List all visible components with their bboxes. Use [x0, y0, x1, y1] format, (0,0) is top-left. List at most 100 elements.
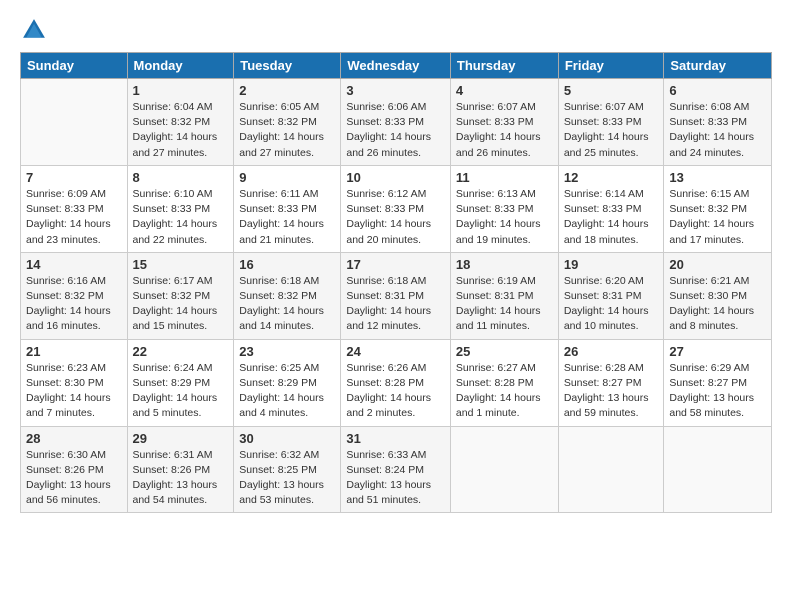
- calendar-cell: 11 Sunrise: 6:13 AM Sunset: 8:33 PM Dayli…: [450, 165, 558, 252]
- calendar-week-1: 1 Sunrise: 6:04 AM Sunset: 8:32 PM Daylig…: [21, 79, 772, 166]
- day-number: 3: [346, 83, 445, 98]
- weekday-header-tuesday: Tuesday: [234, 53, 341, 79]
- calendar-cell: [21, 79, 128, 166]
- day-number: 19: [564, 257, 659, 272]
- day-number: 20: [669, 257, 766, 272]
- day-number: 27: [669, 344, 766, 359]
- day-info: Sunrise: 6:25 AM Sunset: 8:29 PM Dayligh…: [239, 361, 335, 422]
- calendar-week-5: 28Sunrise: 6:30 AM Sunset: 8:26 PM Dayli…: [21, 426, 772, 513]
- day-info: Sunrise: 6:04 AM Sunset: 8:32 PM Dayligh…: [133, 100, 229, 161]
- day-info: Sunrise: 6:09 AM Sunset: 8:33 PM Dayligh…: [26, 187, 122, 248]
- day-info: Sunrise: 6:28 AM Sunset: 8:27 PM Dayligh…: [564, 361, 659, 422]
- logo-icon: [20, 16, 48, 44]
- day-number: 15: [133, 257, 229, 272]
- day-info: Sunrise: 6:33 AM Sunset: 8:24 PM Dayligh…: [346, 448, 445, 509]
- day-number: 28: [26, 431, 122, 446]
- weekday-header-row: SundayMondayTuesdayWednesdayThursdayFrid…: [21, 53, 772, 79]
- calendar-cell: 7 Sunrise: 6:09 AM Sunset: 8:33 PM Daylig…: [21, 165, 128, 252]
- calendar-cell: 28Sunrise: 6:30 AM Sunset: 8:26 PM Dayli…: [21, 426, 128, 513]
- day-info: Sunrise: 6:11 AM Sunset: 8:33 PM Dayligh…: [239, 187, 335, 248]
- day-info: Sunrise: 6:15 AM Sunset: 8:32 PM Dayligh…: [669, 187, 766, 248]
- calendar-cell: 3 Sunrise: 6:06 AM Sunset: 8:33 PM Daylig…: [341, 79, 451, 166]
- day-number: 30: [239, 431, 335, 446]
- calendar-cell: 25Sunrise: 6:27 AM Sunset: 8:28 PM Dayli…: [450, 339, 558, 426]
- day-info: Sunrise: 6:26 AM Sunset: 8:28 PM Dayligh…: [346, 361, 445, 422]
- calendar-cell: [664, 426, 772, 513]
- calendar-cell: 1 Sunrise: 6:04 AM Sunset: 8:32 PM Daylig…: [127, 79, 234, 166]
- day-number: 12: [564, 170, 659, 185]
- day-number: 14: [26, 257, 122, 272]
- weekday-header-wednesday: Wednesday: [341, 53, 451, 79]
- calendar-cell: [558, 426, 664, 513]
- calendar-cell: 17Sunrise: 6:18 AM Sunset: 8:31 PM Dayli…: [341, 252, 451, 339]
- day-number: 1: [133, 83, 229, 98]
- day-info: Sunrise: 6:07 AM Sunset: 8:33 PM Dayligh…: [564, 100, 659, 161]
- day-info: Sunrise: 6:23 AM Sunset: 8:30 PM Dayligh…: [26, 361, 122, 422]
- calendar-cell: [450, 426, 558, 513]
- day-info: Sunrise: 6:14 AM Sunset: 8:33 PM Dayligh…: [564, 187, 659, 248]
- day-info: Sunrise: 6:06 AM Sunset: 8:33 PM Dayligh…: [346, 100, 445, 161]
- day-info: Sunrise: 6:05 AM Sunset: 8:32 PM Dayligh…: [239, 100, 335, 161]
- day-info: Sunrise: 6:17 AM Sunset: 8:32 PM Dayligh…: [133, 274, 229, 335]
- day-info: Sunrise: 6:12 AM Sunset: 8:33 PM Dayligh…: [346, 187, 445, 248]
- calendar-cell: 6 Sunrise: 6:08 AM Sunset: 8:33 PM Daylig…: [664, 79, 772, 166]
- day-number: 4: [456, 83, 553, 98]
- calendar-cell: 30 Sunrise: 6:32 AM Sunset: 8:25 PM Dayli…: [234, 426, 341, 513]
- calendar-cell: 23 Sunrise: 6:25 AM Sunset: 8:29 PM Dayli…: [234, 339, 341, 426]
- day-number: 6: [669, 83, 766, 98]
- day-info: Sunrise: 6:08 AM Sunset: 8:33 PM Dayligh…: [669, 100, 766, 161]
- calendar-cell: 9 Sunrise: 6:11 AM Sunset: 8:33 PM Daylig…: [234, 165, 341, 252]
- weekday-header-saturday: Saturday: [664, 53, 772, 79]
- day-number: 2: [239, 83, 335, 98]
- day-number: 11: [456, 170, 553, 185]
- day-info: Sunrise: 6:16 AM Sunset: 8:32 PM Dayligh…: [26, 274, 122, 335]
- day-info: Sunrise: 6:18 AM Sunset: 8:32 PM Dayligh…: [239, 274, 335, 335]
- day-number: 16: [239, 257, 335, 272]
- day-info: Sunrise: 6:19 AM Sunset: 8:31 PM Dayligh…: [456, 274, 553, 335]
- calendar-cell: 15 Sunrise: 6:17 AM Sunset: 8:32 PM Dayli…: [127, 252, 234, 339]
- calendar-cell: 5 Sunrise: 6:07 AM Sunset: 8:33 PM Daylig…: [558, 79, 664, 166]
- day-number: 29: [133, 431, 229, 446]
- calendar-cell: 2 Sunrise: 6:05 AM Sunset: 8:32 PM Daylig…: [234, 79, 341, 166]
- day-number: 17: [346, 257, 445, 272]
- calendar-cell: 26Sunrise: 6:28 AM Sunset: 8:27 PM Dayli…: [558, 339, 664, 426]
- calendar-table: SundayMondayTuesdayWednesdayThursdayFrid…: [20, 52, 772, 513]
- day-number: 9: [239, 170, 335, 185]
- calendar-week-4: 21 Sunrise: 6:23 AM Sunset: 8:30 PM Dayli…: [21, 339, 772, 426]
- calendar-cell: 31 Sunrise: 6:33 AM Sunset: 8:24 PM Dayli…: [341, 426, 451, 513]
- day-number: 10: [346, 170, 445, 185]
- day-number: 7: [26, 170, 122, 185]
- day-number: 5: [564, 83, 659, 98]
- day-number: 22: [133, 344, 229, 359]
- day-info: Sunrise: 6:31 AM Sunset: 8:26 PM Dayligh…: [133, 448, 229, 509]
- calendar-cell: 24 Sunrise: 6:26 AM Sunset: 8:28 PM Dayli…: [341, 339, 451, 426]
- calendar-cell: 4 Sunrise: 6:07 AM Sunset: 8:33 PM Daylig…: [450, 79, 558, 166]
- day-number: 23: [239, 344, 335, 359]
- calendar-cell: 12 Sunrise: 6:14 AM Sunset: 8:33 PM Dayli…: [558, 165, 664, 252]
- day-number: 13: [669, 170, 766, 185]
- logo: [20, 16, 52, 44]
- day-info: Sunrise: 6:20 AM Sunset: 8:31 PM Dayligh…: [564, 274, 659, 335]
- day-info: Sunrise: 6:24 AM Sunset: 8:29 PM Dayligh…: [133, 361, 229, 422]
- day-number: 21: [26, 344, 122, 359]
- calendar-cell: 10 Sunrise: 6:12 AM Sunset: 8:33 PM Dayli…: [341, 165, 451, 252]
- calendar-cell: 21 Sunrise: 6:23 AM Sunset: 8:30 PM Dayli…: [21, 339, 128, 426]
- day-number: 24: [346, 344, 445, 359]
- calendar-cell: 14 Sunrise: 6:16 AM Sunset: 8:32 PM Dayli…: [21, 252, 128, 339]
- calendar-cell: 8Sunrise: 6:10 AM Sunset: 8:33 PM Daylig…: [127, 165, 234, 252]
- calendar-week-2: 7 Sunrise: 6:09 AM Sunset: 8:33 PM Daylig…: [21, 165, 772, 252]
- day-info: Sunrise: 6:13 AM Sunset: 8:33 PM Dayligh…: [456, 187, 553, 248]
- day-info: Sunrise: 6:07 AM Sunset: 8:33 PM Dayligh…: [456, 100, 553, 161]
- calendar-cell: 13 Sunrise: 6:15 AM Sunset: 8:32 PM Dayli…: [664, 165, 772, 252]
- weekday-header-friday: Friday: [558, 53, 664, 79]
- calendar-cell: 16 Sunrise: 6:18 AM Sunset: 8:32 PM Dayli…: [234, 252, 341, 339]
- calendar-cell: 27Sunrise: 6:29 AM Sunset: 8:27 PM Dayli…: [664, 339, 772, 426]
- calendar-cell: 29 Sunrise: 6:31 AM Sunset: 8:26 PM Dayli…: [127, 426, 234, 513]
- calendar-week-3: 14 Sunrise: 6:16 AM Sunset: 8:32 PM Dayli…: [21, 252, 772, 339]
- weekday-header-sunday: Sunday: [21, 53, 128, 79]
- day-info: Sunrise: 6:32 AM Sunset: 8:25 PM Dayligh…: [239, 448, 335, 509]
- day-number: 31: [346, 431, 445, 446]
- calendar-cell: 20Sunrise: 6:21 AM Sunset: 8:30 PM Dayli…: [664, 252, 772, 339]
- weekday-header-thursday: Thursday: [450, 53, 558, 79]
- day-info: Sunrise: 6:10 AM Sunset: 8:33 PM Dayligh…: [133, 187, 229, 248]
